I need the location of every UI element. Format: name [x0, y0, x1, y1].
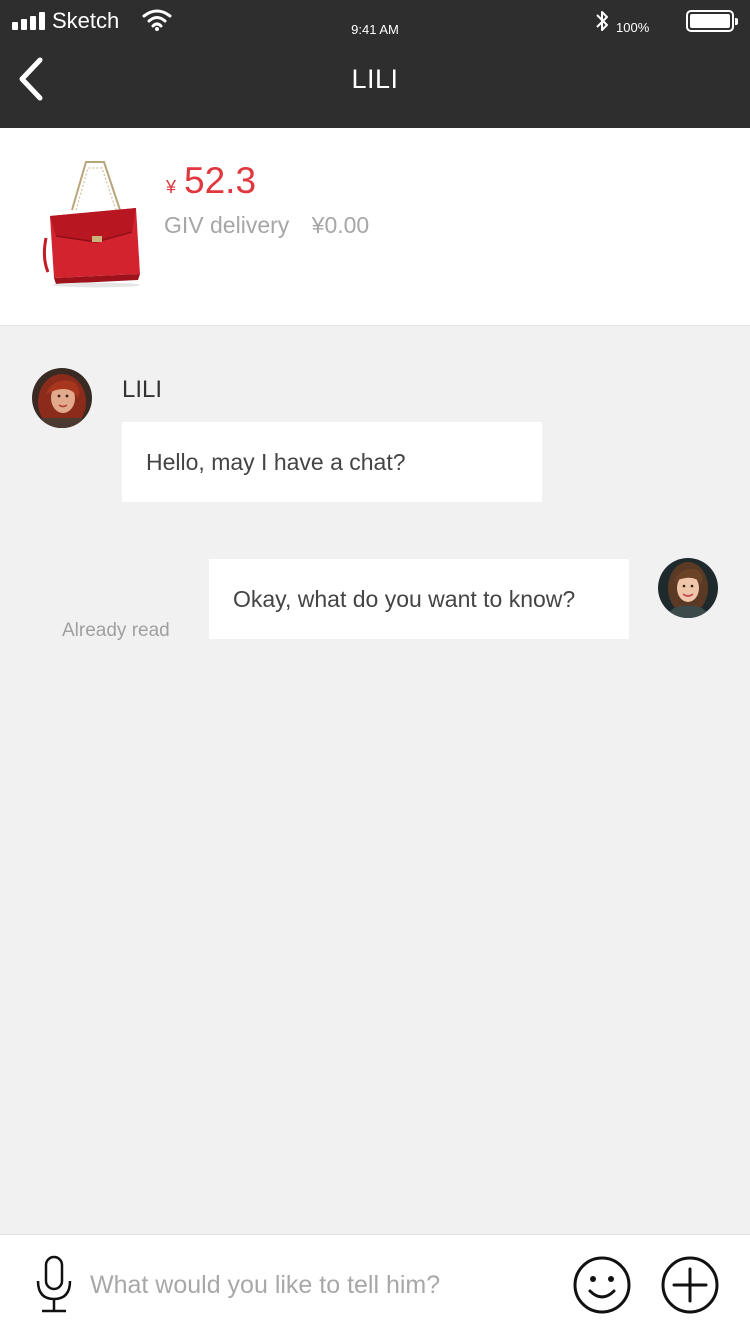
battery-percent: 100%	[616, 20, 650, 35]
chat-screen: Sketch 9:41 AM 100% LILI ¥ 52.3 GIV deli…	[0, 0, 750, 1334]
status-bar: Sketch 9:41 AM 100%	[0, 0, 750, 44]
product-price: 52.3	[184, 160, 257, 201]
chat-area[interactable]: LILI Hello, may I have a chat? Already r…	[0, 326, 750, 1234]
currency-symbol: ¥	[166, 177, 177, 197]
message-input[interactable]	[90, 1261, 550, 1309]
microphone-icon[interactable]	[30, 1253, 78, 1315]
avatar[interactable]	[658, 558, 718, 618]
battery-fill	[690, 14, 730, 28]
delivery-info: GIV delivery ¥0.00	[164, 212, 369, 239]
battery-icon	[686, 10, 738, 32]
read-status: Already read	[62, 620, 170, 641]
contact-avatar-image	[32, 368, 92, 428]
header: Sketch 9:41 AM 100% LILI	[0, 0, 750, 128]
bluetooth-icon	[596, 11, 608, 31]
red-handbag-image	[42, 161, 140, 288]
product-card[interactable]: ¥ 52.3 GIV delivery ¥0.00	[0, 128, 750, 326]
avatar[interactable]	[32, 368, 92, 428]
input-bar	[0, 1234, 750, 1334]
delivery-label: GIV delivery	[164, 212, 290, 238]
message-text: Hello, may I have a chat?	[146, 448, 406, 475]
delivery-fee: ¥0.00	[311, 212, 370, 238]
emoji-icon[interactable]	[572, 1255, 632, 1315]
message-text: Okay, what do you want to know?	[233, 585, 576, 612]
plus-icon[interactable]	[660, 1255, 720, 1315]
price-row: ¥ 52.3	[166, 160, 256, 202]
message-bubble-incoming[interactable]: Hello, may I have a chat?	[122, 422, 542, 502]
user-avatar-image	[658, 558, 718, 618]
sender-name: LILI	[122, 376, 163, 403]
message-bubble-outgoing[interactable]: Okay, what do you want to know?	[209, 559, 629, 639]
page-title: LILI	[351, 64, 399, 94]
